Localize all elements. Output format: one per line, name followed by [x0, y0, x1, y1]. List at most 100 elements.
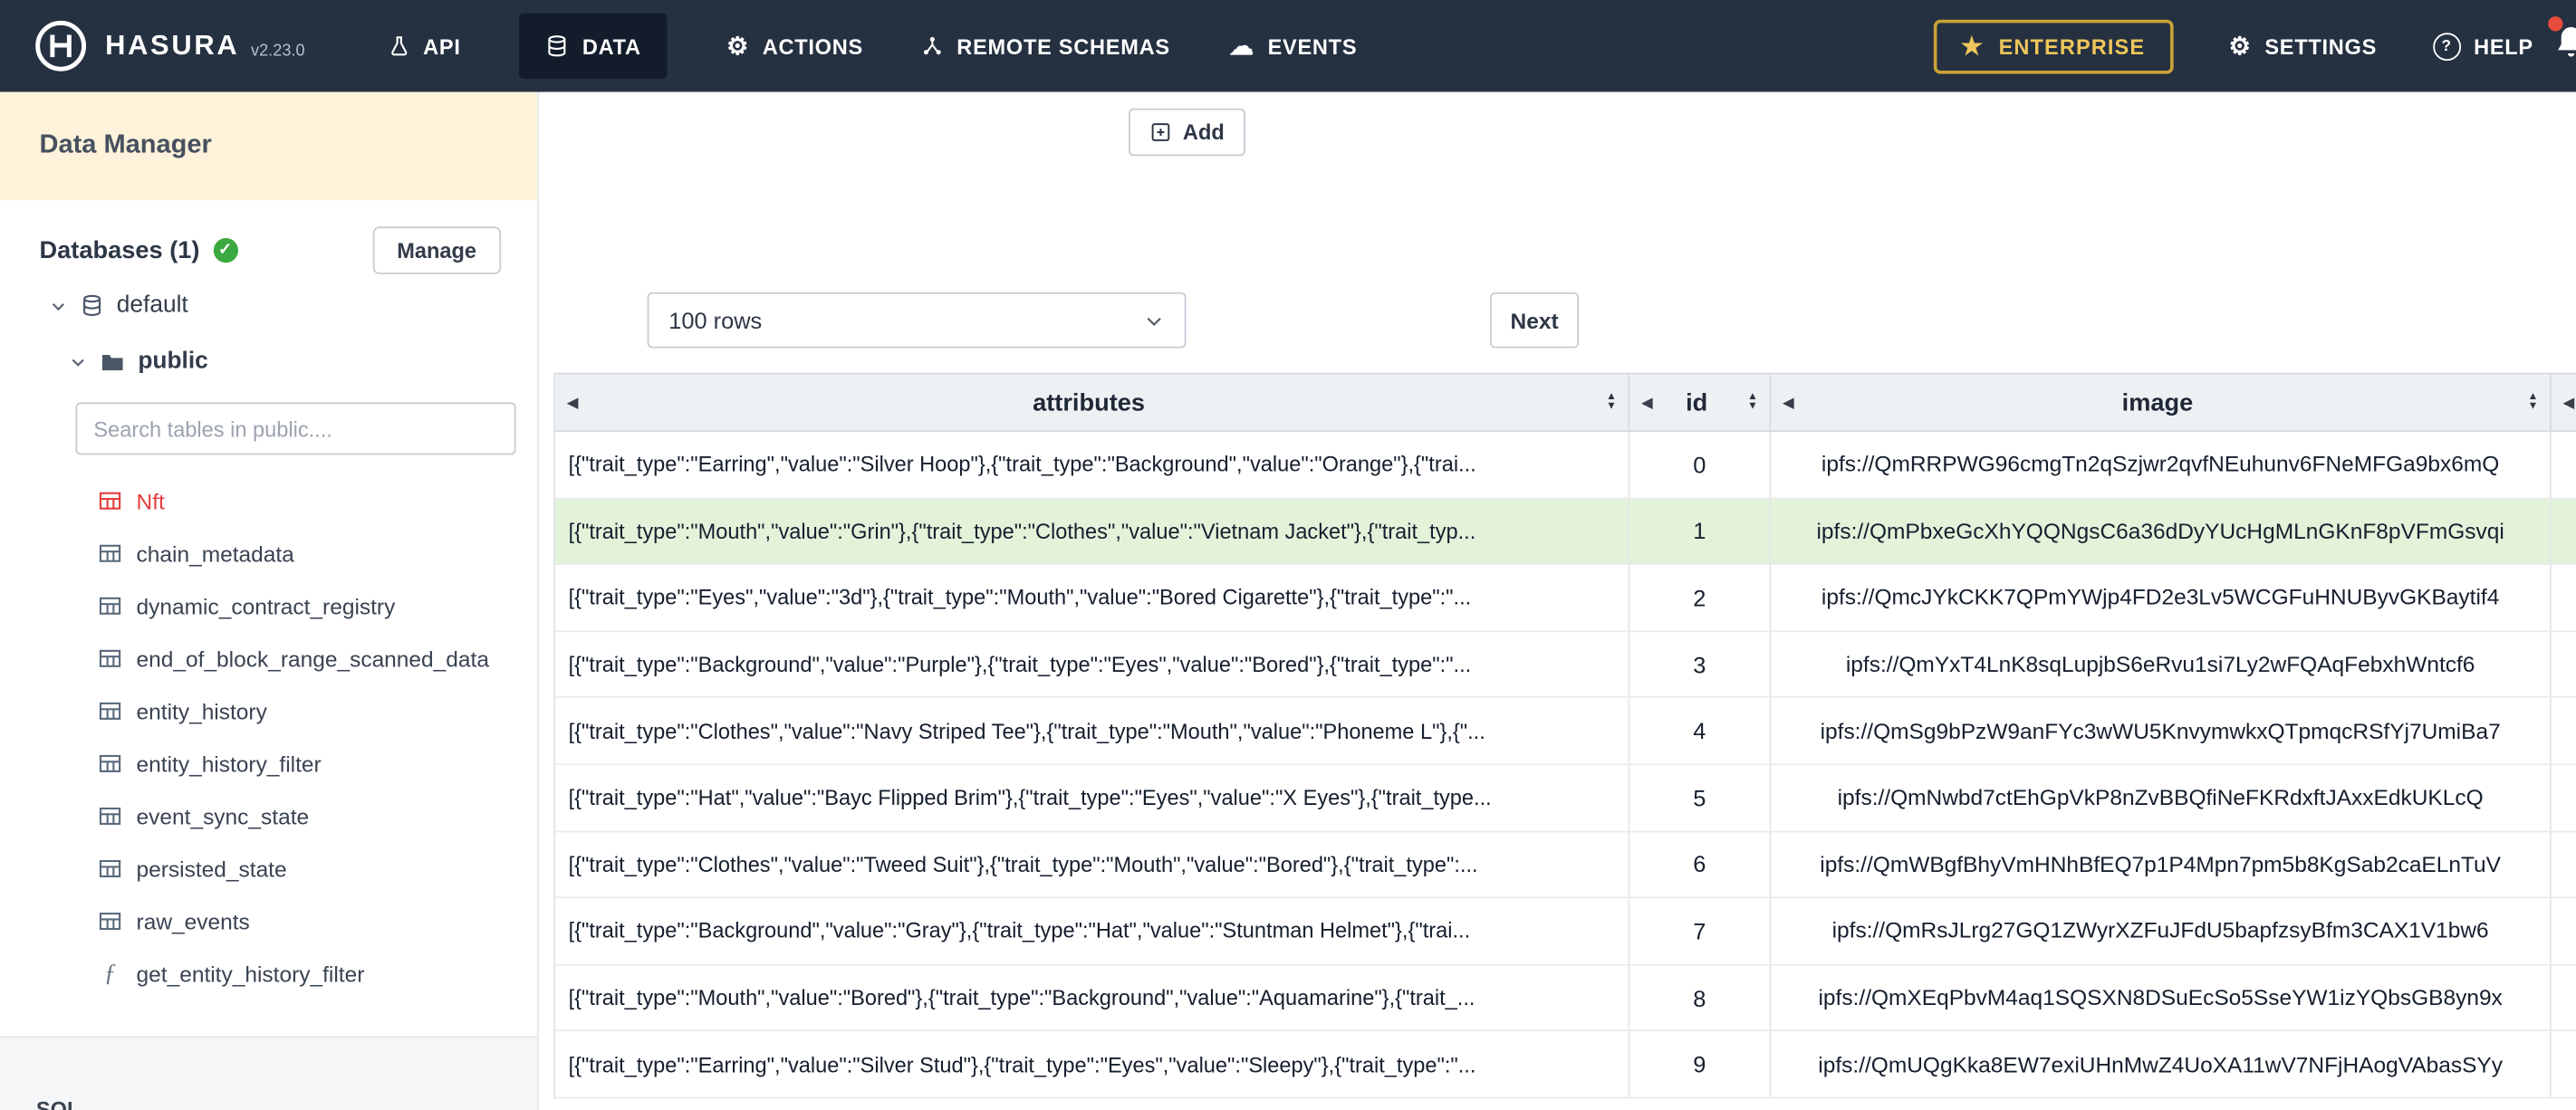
- databases-label: Databases (1): [39, 236, 200, 265]
- gear-icon: ⚙: [2228, 32, 2252, 61]
- cell-partial: [2552, 832, 2576, 897]
- add-row-button[interactable]: Add: [1129, 108, 1246, 157]
- data-manager-header: Data Manager: [0, 91, 538, 201]
- cell-attributes: [{"trait_type":"Earring","value":"Silver…: [555, 432, 1630, 497]
- column-header-partial: ◀: [2552, 375, 2576, 431]
- nav-remote-schemas-label: REMOTE SCHEMAS: [956, 33, 1170, 59]
- cell-attributes: [{"trait_type":"Clothes","value":"Navy S…: [555, 698, 1630, 764]
- sort-icon[interactable]: ▲ ▼: [2528, 391, 2539, 414]
- sidebar-item-persisted-state[interactable]: persisted_state: [0, 842, 537, 895]
- sidebar-item-raw-events[interactable]: raw_events: [0, 895, 537, 948]
- sidebar-item-event-sync-state[interactable]: event_sync_state: [0, 789, 537, 842]
- sidebar-item-get-entity-history-filter[interactable]: ƒ get_entity_history_filter: [0, 948, 537, 1000]
- tree-node-public[interactable]: public: [0, 337, 537, 386]
- enterprise-label: ENTERPRISE: [1998, 33, 2146, 59]
- enterprise-button[interactable]: ★ ENTERPRISE: [1932, 18, 2174, 73]
- cell-image: ipfs://QmRsJLrg27GQ1ZWyrXZFuJFdU5bapfzsy…: [1771, 898, 2552, 964]
- cell-image: ipfs://QmWBgfBhyVmHNhBfEQ7p1P4Mpn7pm5b8K…: [1771, 831, 2552, 897]
- collapse-column-icon[interactable]: ◀: [2563, 394, 2575, 409]
- cell-image: ipfs://QmYxT4LnK8sqLupjbS6eRvu1si7Ly2wFQ…: [1771, 631, 2552, 697]
- collapse-column-icon[interactable]: ◀: [1783, 394, 1794, 409]
- table-row: [{"trait_type":"Eyes","value":"3d"},{"tr…: [555, 565, 2576, 632]
- nav-events[interactable]: ☁ EVENTS: [1229, 33, 1357, 58]
- rows-per-page-select[interactable]: 100 rows: [647, 292, 1187, 349]
- nav-actions-label: ACTIONS: [762, 33, 863, 59]
- notifications-bell-icon[interactable]: [2548, 16, 2576, 71]
- sort-icon[interactable]: ▲ ▼: [1606, 391, 1617, 414]
- collapse-column-icon[interactable]: ◀: [1641, 394, 1653, 409]
- table-row: [{"trait_type":"Background","value":"Gra…: [555, 898, 2576, 966]
- sidebar-item-chain-metadata[interactable]: chain_metadata: [0, 527, 537, 579]
- sidebar-bottom-bar: SQL: [0, 1036, 538, 1110]
- chevron-down-icon: [1143, 310, 1165, 331]
- star-icon: ★: [1960, 32, 1985, 61]
- cell-partial: [2552, 499, 2576, 564]
- database-icon: [546, 34, 569, 57]
- nav-help[interactable]: ? HELP: [2432, 32, 2533, 61]
- sidebar-item-nft[interactable]: Nft: [0, 474, 537, 527]
- nav-remote-schemas[interactable]: REMOTE SCHEMAS: [922, 33, 1170, 58]
- table-name: entity_history_filter: [136, 751, 322, 777]
- cell-attributes: [{"trait_type":"Eyes","value":"3d"},{"tr…: [555, 565, 1630, 631]
- cell-attributes: [{"trait_type":"Background","value":"Gra…: [555, 898, 1630, 964]
- nav-data[interactable]: DATA: [519, 13, 668, 80]
- nav-settings[interactable]: ⚙ SETTINGS: [2229, 33, 2377, 58]
- nav-events-label: EVENTS: [1267, 33, 1358, 59]
- table-header-row: ◀ attributes ▲ ▼ ◀ id ▲ ▼ ◀ image ▲ ▼ ◀: [555, 372, 2576, 433]
- table-name: persisted_state: [136, 856, 287, 882]
- sidebar-item-entity-history-filter[interactable]: entity_history_filter: [0, 737, 537, 789]
- table-name: event_sync_state: [136, 803, 310, 829]
- table-row: [{"trait_type":"Mouth","value":"Bored"},…: [555, 965, 2576, 1032]
- cell-image: ipfs://QmPbxeGcXhYQQNgsC6a36dDyYUcHgMLnG…: [1771, 498, 2552, 564]
- cell-id: 0: [1629, 432, 1772, 497]
- nav-data-label: DATA: [582, 33, 641, 59]
- share-network-icon: [922, 34, 944, 57]
- table-icon: [99, 701, 121, 721]
- column-header-id: ◀ id ▲ ▼: [1629, 374, 1772, 431]
- connected-check-icon: ✓: [212, 238, 238, 263]
- table-row: [{"trait_type":"Earring","value":"Silver…: [555, 1031, 2576, 1099]
- cell-id: 2: [1629, 565, 1772, 631]
- database-name: default: [116, 292, 188, 319]
- chevron-down-icon[interactable]: [49, 296, 67, 314]
- collapse-column-icon[interactable]: ◀: [567, 394, 579, 409]
- cell-partial: [2552, 965, 2576, 1030]
- cell-attributes: [{"trait_type":"Mouth","value":"Grin"},{…: [555, 498, 1630, 564]
- sidebar-item-entity-history[interactable]: entity_history: [0, 684, 537, 737]
- cell-partial: [2552, 432, 2576, 497]
- table-row: [{"trait_type":"Earring","value":"Silver…: [555, 432, 2576, 499]
- cell-attributes: [{"trait_type":"Hat","value":"Bayc Flipp…: [555, 765, 1630, 830]
- version-label: v2.23.0: [251, 43, 305, 62]
- next-page-button[interactable]: Next: [1490, 292, 1580, 349]
- table-name: dynamic_contract_registry: [136, 593, 396, 618]
- table-name: Nft: [136, 488, 165, 513]
- column-label: image: [2121, 388, 2194, 416]
- table-row: [{"trait_type":"Hat","value":"Bayc Flipp…: [555, 765, 2576, 832]
- nav-api[interactable]: API: [387, 33, 460, 58]
- function-icon: ƒ: [103, 960, 117, 987]
- column-header-attributes: ◀ attributes ▲ ▼: [555, 374, 1630, 431]
- nav-help-label: HELP: [2474, 33, 2533, 59]
- sidebar-item-end-of-block-range-scanned-data[interactable]: end_of_block_range_scanned_data: [0, 632, 537, 684]
- add-label: Add: [1182, 120, 1225, 145]
- cell-id: 5: [1629, 765, 1772, 830]
- cell-id: 4: [1629, 698, 1772, 764]
- table-icon: [99, 912, 121, 932]
- tree-node-default[interactable]: default: [0, 281, 537, 330]
- brand: HASURA v2.23.0: [33, 18, 305, 74]
- cell-image: ipfs://QmSg9bPzW9anFYc3wWU5KnvymwkxQTpmq…: [1771, 698, 2552, 764]
- data-manager-title: Data Manager: [39, 131, 212, 159]
- database-icon: [81, 294, 103, 317]
- nav-actions[interactable]: ⚙ ACTIONS: [726, 33, 863, 58]
- table-row: [{"trait_type":"Clothes","value":"Tweed …: [555, 831, 2576, 899]
- table-search-input[interactable]: [75, 402, 516, 455]
- manage-button[interactable]: Manage: [371, 226, 502, 274]
- cell-partial: [2552, 1032, 2576, 1097]
- chevron-down-icon[interactable]: [69, 352, 87, 370]
- top-navbar: HASURA v2.23.0 API DATA ⚙ ACTIONS REMOTE…: [0, 0, 2576, 92]
- navbar-right: ★ ENTERPRISE ⚙ SETTINGS ? HELP: [1932, 18, 2576, 73]
- sidebar-item-sql[interactable]: SQL: [36, 1097, 80, 1110]
- sidebar-item-dynamic-contract-registry[interactable]: dynamic_contract_registry: [0, 579, 537, 632]
- sort-icon[interactable]: ▲ ▼: [1747, 391, 1758, 414]
- table-icon: [99, 807, 121, 827]
